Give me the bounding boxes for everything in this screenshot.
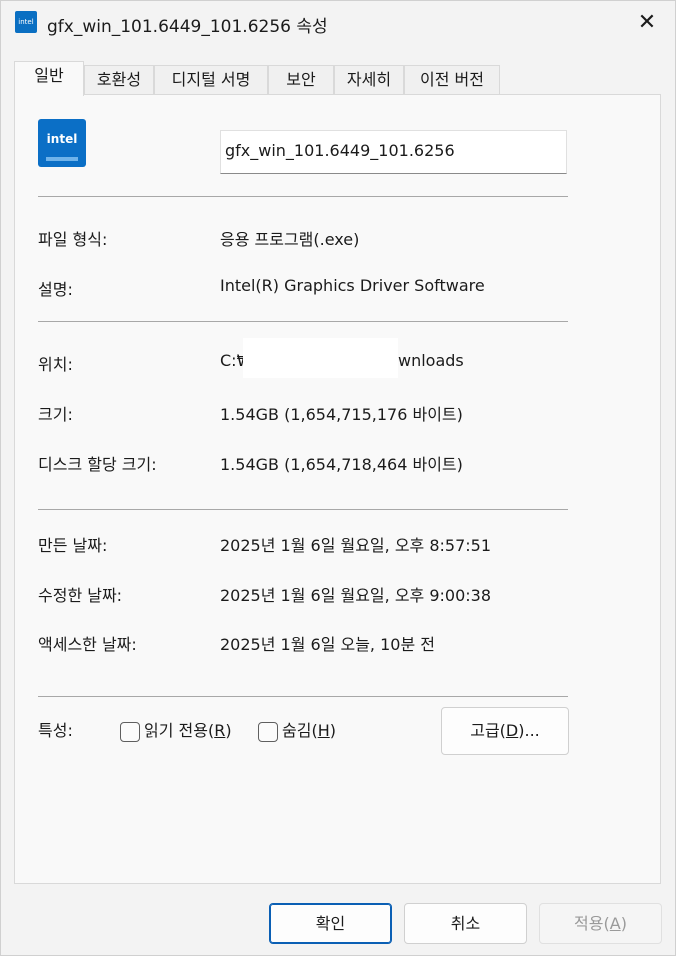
readonly-checkbox-box[interactable] bbox=[120, 721, 140, 742]
cancel-button[interactable]: 취소 bbox=[404, 903, 527, 944]
advanced-text-end: )... bbox=[518, 721, 540, 740]
divider bbox=[38, 321, 568, 322]
readonly-accesskey: R bbox=[214, 721, 226, 740]
app-icon-label: intel bbox=[18, 18, 34, 26]
tab-strip: 일반 호환성 디지털 서명 보안 자세히 이전 버전 bbox=[14, 61, 664, 96]
tab-security[interactable]: 보안 bbox=[268, 65, 334, 95]
location-value-end: wnloads bbox=[398, 351, 464, 370]
hidden-text: 숨김( bbox=[282, 721, 318, 740]
close-button[interactable]: ✕ bbox=[629, 7, 665, 39]
tab-details[interactable]: 자세히 bbox=[334, 65, 404, 95]
tab-compatibility[interactable]: 호환성 bbox=[84, 65, 154, 95]
divider bbox=[38, 696, 568, 697]
location-label: 위치: bbox=[38, 355, 73, 374]
divider bbox=[38, 509, 568, 510]
intel-logo-bar bbox=[46, 157, 78, 161]
size-on-disk-value: 1.54GB (1,654,718,464 바이트) bbox=[220, 455, 463, 474]
modified-label: 수정한 날짜: bbox=[38, 586, 123, 605]
file-type-value: 응용 프로그램(.exe) bbox=[220, 230, 360, 249]
readonly-text: 읽기 전용( bbox=[144, 721, 215, 740]
size-on-disk-label: 디스크 할당 크기: bbox=[38, 455, 157, 474]
created-label: 만든 날짜: bbox=[38, 536, 108, 555]
tab-digital-signature[interactable]: 디지털 서명 bbox=[154, 65, 268, 95]
apply-text-end: ) bbox=[620, 914, 627, 933]
size-label: 크기: bbox=[38, 405, 73, 424]
modified-value: 2025년 1월 6일 월요일, 오후 9:00:38 bbox=[220, 586, 492, 605]
size-value: 1.54GB (1,654,715,176 바이트) bbox=[220, 405, 463, 424]
description-label: 설명: bbox=[38, 280, 73, 299]
hidden-checkbox-box[interactable] bbox=[258, 721, 278, 742]
readonly-text-end: ) bbox=[225, 721, 232, 740]
readonly-checkbox[interactable]: 읽기 전용(R) bbox=[120, 717, 232, 742]
divider bbox=[38, 196, 568, 197]
tab-general[interactable]: 일반 bbox=[14, 61, 84, 96]
advanced-accesskey: D bbox=[505, 721, 519, 740]
hidden-accesskey: H bbox=[317, 721, 330, 740]
window-title: gfx_win_101.6449_101.6256 속성 bbox=[47, 17, 328, 37]
description-value: Intel(R) Graphics Driver Software bbox=[220, 276, 485, 295]
hidden-checkbox[interactable]: 숨김(H) bbox=[258, 717, 336, 742]
apply-button[interactable]: 적용(A) bbox=[539, 903, 662, 944]
tab-previous-versions[interactable]: 이전 버전 bbox=[404, 65, 500, 95]
accessed-label: 액세스한 날짜: bbox=[38, 635, 137, 654]
properties-window: intel gfx_win_101.6449_101.6256 속성 ✕ 일반 … bbox=[0, 0, 676, 956]
app-icon: intel bbox=[15, 11, 37, 33]
created-value: 2025년 1월 6일 월요일, 오후 8:57:51 bbox=[220, 536, 492, 555]
intel-logo-text: intel bbox=[46, 132, 78, 146]
file-name-field[interactable]: gfx_win_101.6449_101.6256 bbox=[220, 130, 567, 174]
general-panel: intel gfx_win_101.6449_101.6256 파일 형식: 응… bbox=[14, 94, 661, 884]
file-type-label: 파일 형식: bbox=[38, 230, 108, 249]
apply-accesskey: A bbox=[609, 914, 621, 933]
apply-text: 적용( bbox=[574, 914, 610, 933]
title-bar: intel gfx_win_101.6449_101.6256 속성 ✕ bbox=[1, 1, 675, 47]
intel-logo-icon: intel bbox=[38, 119, 86, 167]
close-icon: ✕ bbox=[637, 10, 657, 35]
ok-button[interactable]: 확인 bbox=[269, 903, 392, 944]
attributes-label: 특성: bbox=[38, 721, 73, 740]
advanced-text: 고급( bbox=[470, 721, 506, 740]
hidden-text-end: ) bbox=[329, 721, 336, 740]
redacted-path bbox=[243, 338, 398, 378]
advanced-button[interactable]: 고급(D)... bbox=[441, 707, 569, 755]
accessed-value: 2025년 1월 6일 오늘, 10분 전 bbox=[220, 635, 435, 654]
